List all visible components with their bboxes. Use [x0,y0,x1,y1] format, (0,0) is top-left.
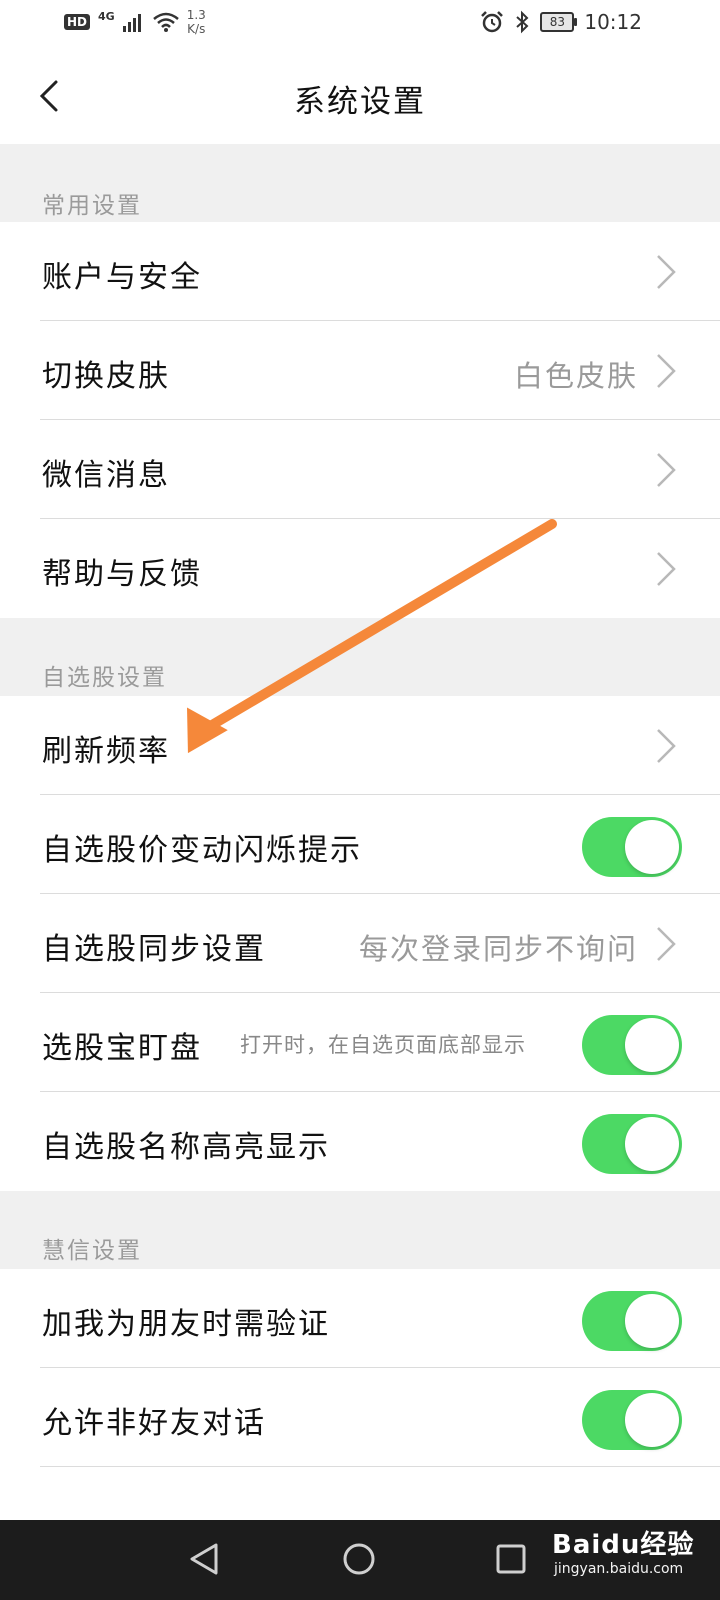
row-refresh-rate[interactable]: 刷新频率 [0,696,720,795]
watermark-url: jingyan.baidu.com [554,1561,684,1577]
chevron-right-icon [657,927,676,961]
page-title: 系统设置 [294,84,426,120]
chevron-right-icon [657,552,676,586]
row-label: 帮助与反馈 [42,557,202,592]
bluetooth-icon [516,10,529,34]
row-switch-skin[interactable]: 切换皮肤 白色皮肤 [0,321,720,420]
network-type: 4G [98,9,115,23]
chevron-right-icon [657,354,676,388]
nonfriend-chat-toggle[interactable] [582,1390,682,1450]
price-flash-toggle[interactable] [582,817,682,877]
row-label: 自选股同步设置 [42,932,266,967]
row-name-highlight: 自选股名称高亮显示 [0,1092,720,1191]
toggle-knob [625,1018,679,1072]
section-title: 常用设置 [42,193,142,219]
row-partial [0,1467,720,1520]
status-bar: HD 4G 1.3 K/s 83 10:12 [0,0,720,48]
section-header-watchlist: 自选股设置 [0,618,720,696]
top-nav-bar: 系统设置 [0,48,720,144]
stock-monitor-toggle[interactable] [582,1015,682,1075]
row-value: 每次登录同步不询问 [358,932,638,966]
row-label: 加我为朋友时需验证 [42,1307,330,1342]
row-label: 选股宝盯盘 [42,1031,202,1066]
toggle-knob [625,1393,679,1447]
row-label: 允许非好友对话 [42,1406,266,1441]
section-header-huixin: 慧信设置 [0,1191,720,1269]
section-title: 自选股设置 [42,665,167,691]
row-label: 微信消息 [42,458,170,493]
name-highlight-toggle[interactable] [582,1114,682,1174]
row-label: 刷新频率 [42,734,170,769]
toggle-knob [625,1117,679,1171]
row-stock-monitor: 选股宝盯盘 打开时，在自选页面底部显示 [0,993,720,1092]
nav-home-icon[interactable] [342,1542,376,1576]
toggle-knob [625,1294,679,1348]
chevron-right-icon [657,729,676,763]
row-watchlist-sync[interactable]: 自选股同步设置 每次登录同步不询问 [0,894,720,993]
section-header-common: 常用设置 [0,144,720,222]
wifi-icon [152,12,179,32]
chevron-right-icon [657,255,676,289]
chevron-right-icon [657,453,676,487]
row-label: 切换皮肤 [42,359,170,394]
baidu-watermark: Baidu经验 jingyan.baidu.com [552,1524,694,1577]
hd-badge: HD [64,14,91,30]
signal-icon [122,14,141,32]
alarm-icon [481,11,504,33]
row-help-feedback[interactable]: 帮助与反馈 [0,519,720,618]
row-wechat-messages[interactable]: 微信消息 [0,420,720,519]
friend-verify-toggle[interactable] [582,1291,682,1351]
battery-indicator: 83 [540,12,578,32]
row-label: 账户与安全 [42,260,202,295]
row-label: 自选股名称高亮显示 [42,1130,330,1165]
row-price-flash: 自选股价变动闪烁提示 [0,795,720,894]
row-value: 白色皮肤 [513,359,638,393]
speed-value: 1.3 [186,8,206,22]
row-label: 自选股价变动闪烁提示 [42,833,362,868]
row-hint: 打开时，在自选页面底部显示 [240,1033,526,1057]
status-time: 10:12 [584,10,642,34]
watermark-logo: Baidu经验 [552,1530,695,1560]
row-nonfriend-chat: 允许非好友对话 [0,1368,720,1467]
nav-back-icon[interactable] [188,1542,220,1576]
row-account-security[interactable]: 账户与安全 [0,222,720,321]
nav-recent-apps-icon[interactable] [496,1544,526,1574]
network-speed: 1.3 K/s [187,8,206,36]
toggle-knob [625,820,679,874]
section-title: 慧信设置 [42,1238,142,1264]
speed-unit: K/s [187,22,206,36]
row-friend-verify: 加我为朋友时需验证 [0,1269,720,1368]
